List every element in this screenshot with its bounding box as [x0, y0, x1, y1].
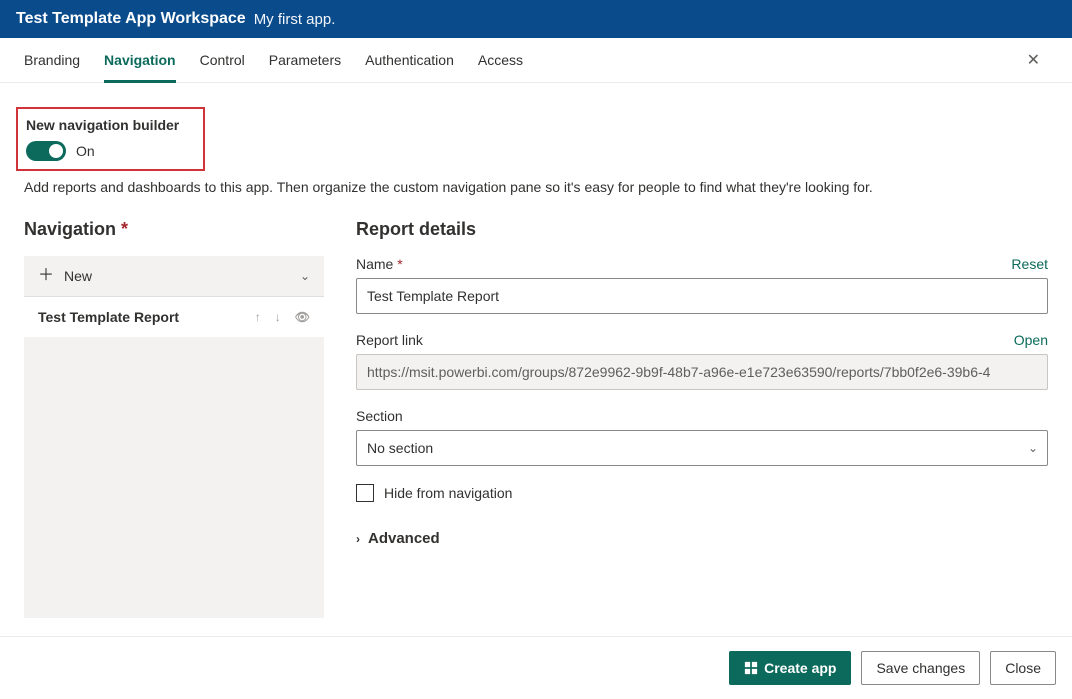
link-open-link[interactable]: Open — [1014, 332, 1048, 348]
nav-panel-space — [24, 338, 324, 618]
navigation-title-text: Navigation — [24, 219, 116, 239]
tab-access[interactable]: Access — [478, 38, 523, 83]
navigation-title: Navigation * — [24, 219, 324, 240]
navigation-column: Navigation * ＋ New ⌄ Test Template Repor… — [24, 219, 324, 618]
required-asterisk: * — [121, 219, 128, 239]
hide-checkbox[interactable] — [356, 484, 374, 502]
toggle-state: On — [76, 143, 95, 159]
navigation-panel: ＋ New ⌄ Test Template Report ↑ ↓ 👁 — [24, 256, 324, 618]
link-input — [356, 354, 1048, 390]
navigation-item-actions: ↑ ↓ 👁 — [255, 310, 310, 324]
move-down-icon[interactable]: ↓ — [275, 310, 281, 324]
move-up-icon[interactable]: ↑ — [255, 310, 261, 324]
tab-branding[interactable]: Branding — [24, 38, 80, 83]
header-subtitle: My first app. — [254, 11, 336, 28]
tab-navigation[interactable]: Navigation — [104, 38, 176, 83]
advanced-label: Advanced — [368, 530, 440, 547]
columns: Navigation * ＋ New ⌄ Test Template Repor… — [24, 219, 1048, 618]
section-label: Section — [356, 408, 403, 424]
nav-builder-toggle[interactable] — [26, 141, 66, 161]
details-column: Report details Name * Reset Report link … — [356, 219, 1048, 547]
navigation-new-label: New — [64, 268, 92, 284]
hide-label: Hide from navigation — [384, 485, 512, 501]
header-title: Test Template App Workspace — [16, 10, 246, 28]
navigation-item[interactable]: Test Template Report ↑ ↓ 👁 — [24, 297, 324, 338]
plus-icon: ＋ — [38, 268, 54, 284]
footer: Create app Save changes Close — [0, 636, 1072, 699]
tab-authentication[interactable]: Authentication — [365, 38, 454, 83]
chevron-down-icon: ⌄ — [300, 269, 310, 283]
link-label: Report link — [356, 332, 423, 348]
name-input[interactable] — [356, 278, 1048, 314]
link-field: Report link Open — [356, 332, 1048, 390]
description-text: Add reports and dashboards to this app. … — [24, 179, 1048, 195]
tab-control[interactable]: Control — [200, 38, 245, 83]
section-select[interactable] — [356, 430, 1048, 466]
name-field: Name * Reset — [356, 256, 1048, 314]
section-field: Section ⌄ — [356, 408, 1048, 466]
tabs: Branding Navigation Control Parameters A… — [24, 38, 523, 82]
tabs-row: Branding Navigation Control Parameters A… — [0, 38, 1072, 83]
content: New navigation builder On Add reports an… — [0, 83, 1072, 636]
hide-icon[interactable]: 👁 — [295, 310, 310, 324]
navigation-new-button[interactable]: ＋ New ⌄ — [24, 256, 324, 297]
app-header: Test Template App Workspace My first app… — [0, 0, 1072, 38]
chevron-right-icon: › — [356, 532, 360, 546]
advanced-expander[interactable]: › Advanced — [356, 530, 1048, 547]
close-button[interactable]: Close — [990, 651, 1056, 685]
save-changes-button[interactable]: Save changes — [861, 651, 980, 685]
required-asterisk: * — [397, 256, 402, 272]
app-icon — [744, 661, 758, 675]
create-app-label: Create app — [764, 660, 836, 676]
name-label-text: Name — [356, 256, 393, 272]
close-icon[interactable]: ✕ — [1019, 46, 1048, 74]
hide-checkbox-row: Hide from navigation — [356, 484, 1048, 502]
toggle-row: On — [26, 141, 179, 161]
nav-builder-highlight: New navigation builder On — [16, 107, 205, 171]
name-reset-link[interactable]: Reset — [1011, 256, 1048, 272]
name-label: Name * — [356, 256, 403, 272]
create-app-button[interactable]: Create app — [729, 651, 851, 685]
toggle-label: New navigation builder — [26, 117, 179, 133]
tab-parameters[interactable]: Parameters — [269, 38, 341, 83]
details-title: Report details — [356, 219, 1048, 240]
navigation-item-label: Test Template Report — [38, 309, 179, 325]
